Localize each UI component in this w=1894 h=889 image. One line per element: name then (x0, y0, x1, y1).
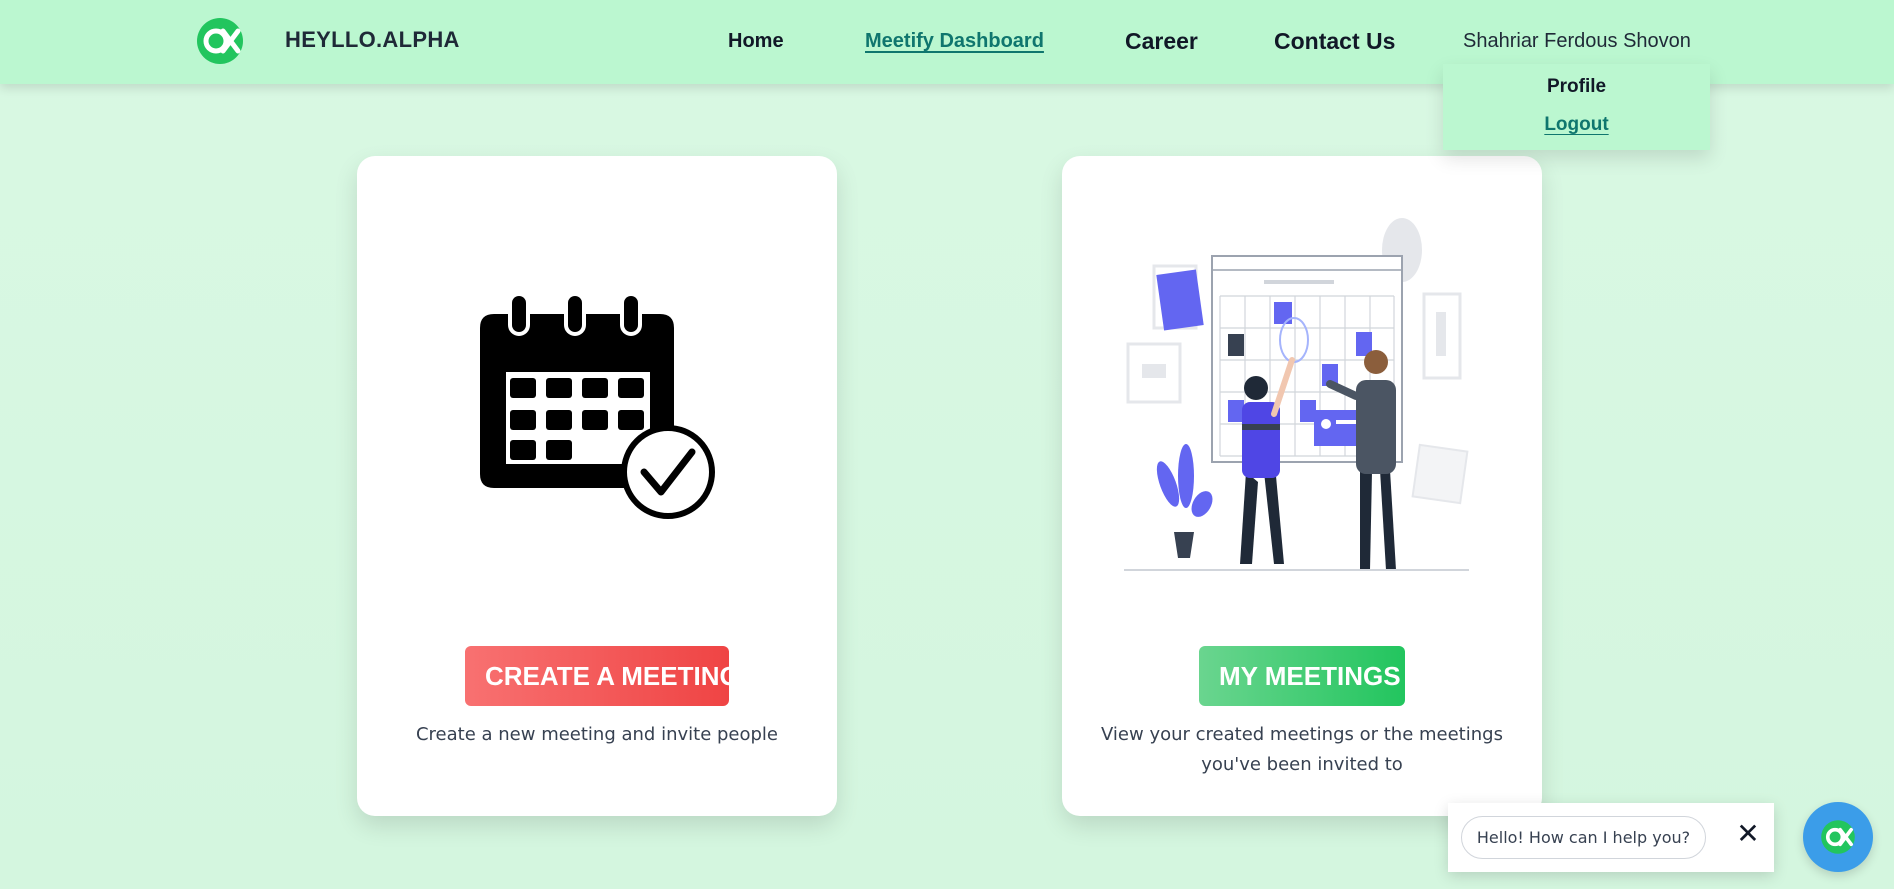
my-meetings-description: View your created meetings or the meetin… (1101, 724, 1503, 775)
my-meetings-button[interactable]: MY MEETINGS (1199, 646, 1405, 706)
create-meeting-button[interactable]: CREATE A MEETING (465, 646, 740, 706)
create-meeting-description: Create a new meeting and invite people (415, 724, 779, 745)
nav-meetify-dashboard-link[interactable]: Meetify Dashboard (865, 30, 1044, 53)
nav-career-link[interactable]: Career (1125, 28, 1198, 55)
my-meetings-card: MY MEETINGS View your created meetings o… (1062, 156, 1542, 816)
user-dropdown-menu: Profile Logout (1443, 64, 1710, 150)
brand-name[interactable]: HEYLLO.ALPHA (285, 27, 460, 53)
nav-contact-link[interactable]: Contact Us (1274, 28, 1395, 55)
profile-menu-item[interactable]: Profile (1443, 76, 1710, 98)
logout-menu-item[interactable]: Logout (1443, 114, 1710, 136)
calendar-check-icon (480, 292, 720, 528)
chat-assistant-icon[interactable] (1803, 802, 1873, 872)
close-icon[interactable]: ✕ (1733, 820, 1763, 850)
chat-greeting-message[interactable]: Hello! How can I help you? (1461, 816, 1706, 859)
user-menu-toggle[interactable]: Shahriar Ferdous Shovon (1463, 30, 1691, 53)
nav-home-link[interactable]: Home (728, 30, 784, 53)
team-planning-illustration (1124, 214, 1484, 594)
chat-greeting-popup: Hello! How can I help you? ✕ (1448, 803, 1774, 872)
heyllo-alpha-logo-icon[interactable] (194, 17, 246, 65)
create-meeting-card: CREATE A MEETING Create a new meeting an… (357, 156, 837, 816)
